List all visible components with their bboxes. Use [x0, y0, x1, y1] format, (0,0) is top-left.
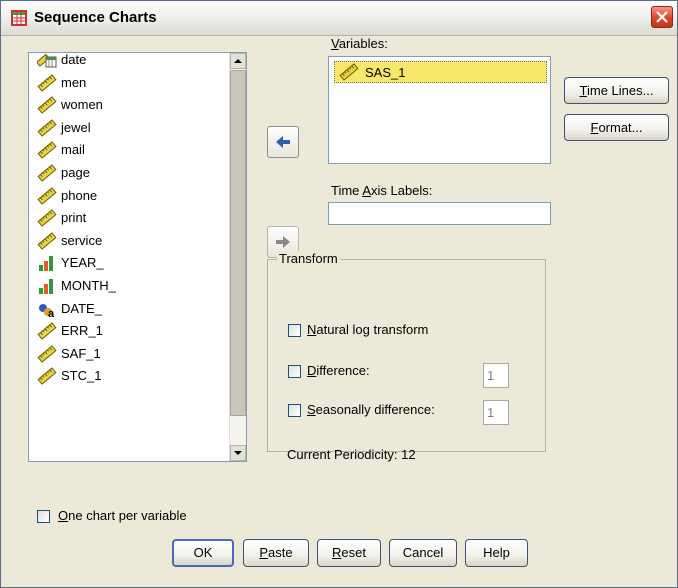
selected-variable-label: SAS_1	[365, 65, 406, 80]
transform-group-title: Transform	[277, 251, 340, 266]
source-variable-list[interactable]: date men women jewel mail page phone print servi…	[28, 52, 247, 462]
variable-label: jewel	[61, 120, 91, 135]
variable-label: SAF_1	[61, 346, 101, 361]
move-to-variables-button[interactable]	[267, 126, 299, 158]
scale-variable-icon	[37, 164, 57, 182]
triangle-up-icon	[234, 59, 242, 63]
arrow-left-icon	[276, 136, 290, 148]
difference-checkbox[interactable]	[288, 365, 301, 378]
reset-button[interactable]: Reset	[317, 539, 381, 567]
list-item[interactable]: date	[35, 52, 231, 71]
list-item[interactable]: mail	[35, 139, 231, 161]
seasonal-difference-label: Seasonally difference:	[307, 402, 435, 417]
variable-label: ERR_1	[61, 323, 103, 338]
seasonal-difference-field[interactable]: 1	[483, 400, 509, 425]
scroll-down-button[interactable]	[230, 445, 246, 461]
variable-list-scrollbar[interactable]	[229, 53, 246, 461]
ordinal-variable-icon	[39, 256, 53, 271]
seasonal-difference-checkbox[interactable]	[288, 404, 301, 417]
scale-variable-icon	[37, 232, 57, 250]
variable-label: YEAR_	[61, 255, 104, 270]
paste-button[interactable]: Paste	[243, 539, 309, 567]
variable-label: mail	[61, 142, 85, 157]
variable-label: women	[61, 97, 103, 112]
ok-button[interactable]: OK	[172, 539, 234, 567]
variable-label: MONTH_	[61, 278, 116, 293]
close-icon	[656, 11, 668, 23]
time-axis-labels-label: Time Axis Labels:	[331, 183, 433, 198]
variable-label: page	[61, 165, 90, 180]
window-title: Sequence Charts	[34, 9, 157, 26]
sequence-charts-dialog: Sequence Charts date men women jewel mail pag…	[0, 0, 678, 588]
variable-label: date	[61, 52, 87, 67]
list-item[interactable]: page	[35, 162, 231, 184]
list-item[interactable]: MONTH_	[35, 275, 231, 297]
list-item[interactable]: phone	[35, 185, 231, 207]
list-item[interactable]: service	[35, 230, 231, 252]
scale-variable-icon	[339, 63, 359, 81]
list-item[interactable]: a DATE_	[35, 298, 231, 320]
scale-variable-icon	[37, 345, 57, 363]
variable-label: STC_1	[61, 368, 102, 383]
list-item[interactable]: STC_1	[35, 365, 231, 387]
variable-label: phone	[61, 188, 98, 203]
scale-variable-icon	[37, 74, 57, 92]
title-bar[interactable]: Sequence Charts	[1, 1, 677, 36]
scale-variable-icon	[37, 187, 57, 205]
chart-app-icon	[11, 10, 27, 26]
scroll-thumb[interactable]	[230, 70, 246, 416]
list-item[interactable]: jewel	[35, 117, 231, 139]
date-variable-icon	[37, 53, 57, 68]
list-item[interactable]: ERR_1	[35, 320, 231, 342]
time-lines-button[interactable]: Time Lines...	[564, 77, 669, 104]
scale-variable-icon	[37, 119, 57, 137]
list-item[interactable]: women	[35, 94, 231, 116]
difference-field[interactable]: 1	[483, 363, 509, 388]
variable-label: print	[61, 210, 87, 225]
nominal-string-variable-icon: a	[39, 304, 55, 318]
list-item[interactable]: men	[35, 72, 231, 94]
svg-text:a: a	[48, 308, 55, 318]
one-chart-per-variable-label: One chart per variable	[58, 508, 187, 523]
selected-variables-list[interactable]: SAS_1	[328, 56, 551, 164]
natural-log-checkbox[interactable]	[288, 324, 301, 337]
variables-label: Variables:	[331, 36, 388, 51]
list-item[interactable]: YEAR_	[35, 252, 231, 274]
format-button[interactable]: Format...	[564, 114, 669, 141]
ordinal-variable-icon	[39, 279, 53, 294]
one-chart-per-variable-checkbox[interactable]	[37, 510, 50, 523]
triangle-down-icon	[234, 451, 242, 455]
current-periodicity-text: Current Periodicity: 12	[287, 447, 416, 462]
variable-label: service	[61, 233, 103, 248]
close-button[interactable]	[651, 6, 673, 28]
difference-label: Difference:	[307, 363, 370, 378]
list-item[interactable]: SAF_1	[35, 343, 231, 365]
natural-log-label: Natural log transform	[307, 322, 429, 337]
scale-variable-icon	[37, 367, 57, 385]
scale-variable-icon	[37, 96, 57, 114]
variable-label: men	[61, 75, 87, 90]
cancel-button[interactable]: Cancel	[389, 539, 457, 567]
list-item[interactable]: print	[35, 207, 231, 229]
variable-label: DATE_	[61, 301, 102, 316]
scale-variable-icon	[37, 322, 57, 340]
scale-variable-icon	[37, 209, 57, 227]
help-button[interactable]: Help	[465, 539, 528, 567]
scale-variable-icon	[37, 141, 57, 159]
list-item[interactable]: SAS_1	[334, 61, 547, 83]
time-axis-labels-field[interactable]	[328, 202, 551, 225]
scroll-up-button[interactable]	[230, 53, 246, 69]
